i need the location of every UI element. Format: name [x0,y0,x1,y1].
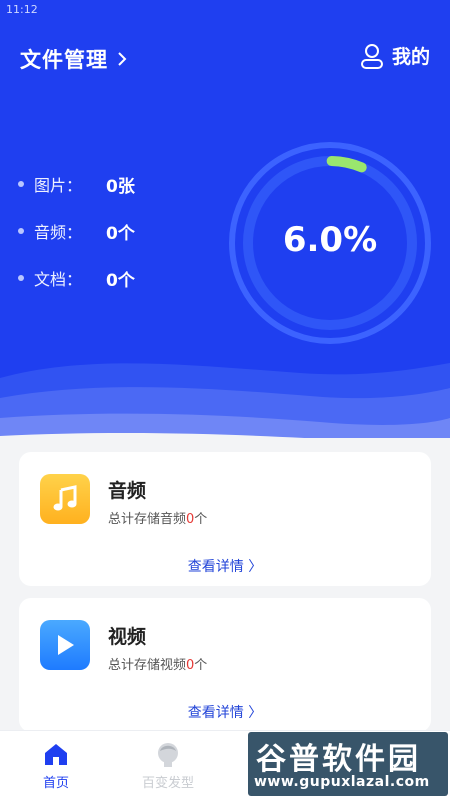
stat-value: 0个 [106,223,135,244]
mine-button[interactable]: 我的 [360,42,430,69]
chevron-right-icon [118,52,127,66]
home-icon [45,744,67,765]
audio-card[interactable]: 音频 总计存储音频0个 查看详情 〉 [19,452,431,586]
stat-row-audio: 音频： 0个 [18,219,135,244]
file-manager-title-link[interactable]: 文件管理 [20,44,128,74]
header: 文件管理 我的 [0,18,450,100]
stat-value: 0张 [106,176,135,197]
tab-hairstyle[interactable]: 百变发型 [123,731,213,800]
stat-row-documents: 文档： 0个 [18,266,135,291]
view-details-link[interactable]: 查看详情 〉 [19,556,431,576]
card-subtitle: 总计存储音频0个 [108,508,207,527]
gauge-progress-arc [326,156,367,173]
music-note-icon [40,474,90,524]
mine-label: 我的 [391,46,430,68]
tab-label: 首页 [42,776,69,791]
bullet-dot [18,275,24,281]
tab-home[interactable]: 首页 [11,731,101,800]
card-subtitle: 总计存储视频0个 [108,654,207,673]
card-subtitle-suffix: 个 [194,512,208,527]
video-card[interactable]: 视频 总计存储视频0个 查看详情 〉 [19,598,431,732]
user-icon [360,43,383,69]
card-subtitle-suffix: 个 [194,658,208,673]
bullet-dot [18,228,24,234]
stat-label: 文档： [34,270,83,289]
stat-label: 图片： [34,176,83,195]
gauge-percent-text: 6.0% [282,220,378,260]
tab-label: 百变发型 [141,776,194,791]
view-details-link[interactable]: 查看详情 〉 [19,702,431,722]
play-icon [40,620,90,670]
card-subtitle-prefix: 总计存储音频 [108,512,187,527]
watermark-url: www.gupuxlazal.com [254,774,430,790]
page-title: 文件管理 [20,48,108,72]
stat-label: 音频： [34,223,83,242]
site-watermark: 谷普软件园 www.gupuxlazal.com [248,732,448,796]
card-subtitle-prefix: 总计存储视频 [108,658,187,673]
stat-value: 0个 [106,270,135,291]
bullet-dot [18,181,24,187]
hairstyle-head-icon [158,743,178,767]
card-title: 视频 [108,626,147,648]
stat-row-images: 图片： 0张 [18,172,135,197]
status-bar: 11:12 [0,0,450,18]
storage-stats: 图片： 0张 音频： 0个 文档： 0个 [18,172,135,313]
status-time: 11:12 [6,3,38,16]
watermark-title: 谷普软件园 [256,742,421,777]
card-title: 音频 [108,480,147,502]
